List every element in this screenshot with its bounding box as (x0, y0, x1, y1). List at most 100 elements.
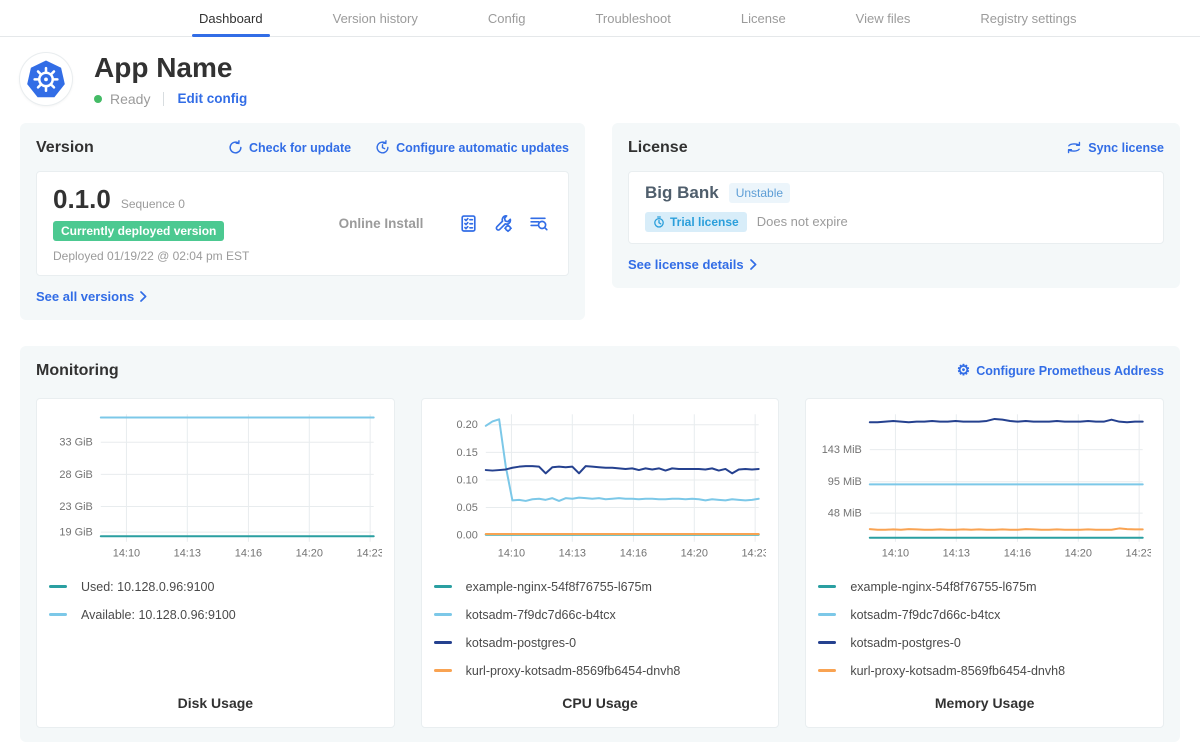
configure-prometheus-link[interactable]: ⚙ Configure Prometheus Address (957, 363, 1164, 378)
legend-dash-icon (49, 585, 67, 588)
configure-automatic-updates-link[interactable]: Configure automatic updates (375, 140, 569, 155)
sync-license-link[interactable]: Sync license (1066, 140, 1164, 155)
see-license-details-link[interactable]: See license details (628, 257, 757, 272)
legend-label: kotsadm-7f9dc7d66c-b4tcx (466, 608, 616, 622)
legend-item: kurl-proxy-kotsadm-8569fb6454-dnvh8 (434, 657, 767, 685)
svg-text:143 MiB: 143 MiB (822, 444, 862, 456)
svg-text:14:13: 14:13 (943, 548, 970, 560)
see-all-versions-link[interactable]: See all versions (36, 289, 147, 304)
current-version-box: 0.1.0 Sequence 0 Currently deployed vers… (36, 171, 569, 276)
legend-item: Used: 10.128.0.96:9100 (49, 573, 382, 601)
svg-text:14:13: 14:13 (174, 548, 201, 560)
line-chart: 0.000.050.100.150.2014:1014:1314:1614:20… (434, 409, 767, 561)
deployed-timestamp: Deployed 01/19/22 @ 02:04 pm EST (53, 249, 303, 263)
legend-dash-icon (434, 613, 452, 616)
wrench-gear-icon (494, 214, 513, 233)
edit-config-version-button[interactable] (494, 214, 513, 233)
svg-text:14:23: 14:23 (741, 548, 766, 560)
trial-license-label: Trial license (670, 215, 739, 229)
legend-dash-icon (818, 613, 836, 616)
svg-text:14:20: 14:20 (680, 548, 707, 560)
tab-config[interactable]: Config (481, 0, 533, 36)
svg-text:14:10: 14:10 (882, 548, 909, 560)
legend-dash-icon (818, 669, 836, 672)
license-summary-box: Big Bank Unstable Trial license Does not… (628, 171, 1164, 244)
legend-item: example-nginx-54f8f76755-l675m (434, 573, 767, 601)
legend-item: kurl-proxy-kotsadm-8569fb6454-dnvh8 (818, 657, 1151, 685)
svg-text:23 GiB: 23 GiB (59, 501, 92, 513)
sync-arrows-icon (1066, 140, 1082, 155)
chart-legend: example-nginx-54f8f76755-l675m kotsadm-7f… (818, 573, 1151, 685)
sequence-label: Sequence 0 (121, 197, 185, 211)
logs-search-icon (529, 214, 548, 233)
license-card: License Sync license Big Bank Unstable (612, 123, 1180, 288)
svg-text:48 MiB: 48 MiB (828, 507, 862, 519)
ready-status-dot (94, 95, 102, 103)
svg-text:14:16: 14:16 (619, 548, 646, 560)
chart-card-disk-usage: 19 GiB23 GiB28 GiB33 GiB14:1014:1314:161… (36, 398, 395, 728)
chart-card-memory-usage: 48 MiB95 MiB143 MiB14:1014:1314:1614:201… (805, 398, 1164, 728)
check-for-update-link[interactable]: Check for update (228, 140, 351, 155)
tab-dashboard[interactable]: Dashboard (192, 0, 270, 36)
kubernetes-icon (25, 58, 67, 100)
svg-text:19 GiB: 19 GiB (59, 526, 92, 538)
divider (163, 92, 164, 106)
legend-label: kotsadm-7f9dc7d66c-b4tcx (850, 608, 1000, 622)
check-for-update-label: Check for update (249, 141, 351, 155)
sync-license-label: Sync license (1088, 141, 1164, 155)
schedule-icon (375, 140, 390, 155)
svg-text:0.15: 0.15 (456, 447, 477, 459)
legend-label: kurl-proxy-kotsadm-8569fb6454-dnvh8 (466, 664, 681, 678)
legend-label: Available: 10.128.0.96:9100 (81, 608, 236, 622)
tab-version-history[interactable]: Version history (326, 0, 425, 36)
preflight-checks-button[interactable] (459, 214, 478, 233)
legend-label: example-nginx-54f8f76755-l675m (466, 580, 652, 594)
tab-registry-settings[interactable]: Registry settings (973, 0, 1083, 36)
see-license-details-label: See license details (628, 257, 744, 272)
legend-item: example-nginx-54f8f76755-l675m (818, 573, 1151, 601)
configure-automatic-updates-label: Configure automatic updates (396, 141, 569, 155)
svg-text:14:10: 14:10 (113, 548, 140, 560)
line-chart: 19 GiB23 GiB28 GiB33 GiB14:1014:1314:161… (49, 409, 382, 561)
svg-text:14:13: 14:13 (558, 548, 585, 560)
deploy-logs-button[interactable] (529, 214, 548, 233)
legend-dash-icon (818, 641, 836, 644)
legend-item: kotsadm-postgres-0 (818, 629, 1151, 657)
license-card-title: License (628, 139, 688, 157)
line-chart: 48 MiB95 MiB143 MiB14:1014:1314:1614:201… (818, 409, 1151, 561)
version-number: 0.1.0 (53, 184, 111, 215)
chart-title: CPU Usage (434, 695, 767, 711)
svg-text:0.20: 0.20 (456, 419, 477, 431)
chart-legend: example-nginx-54f8f76755-l675m kotsadm-7f… (434, 573, 767, 685)
chevron-right-icon (140, 291, 147, 302)
edit-config-link[interactable]: Edit config (177, 91, 247, 106)
svg-text:14:16: 14:16 (235, 548, 262, 560)
configure-prometheus-label: Configure Prometheus Address (976, 364, 1164, 378)
deployed-status-badge: Currently deployed version (53, 221, 224, 241)
license-expiry: Does not expire (757, 214, 848, 229)
refresh-icon (228, 140, 243, 155)
legend-dash-icon (434, 641, 452, 644)
chevron-right-icon (750, 259, 757, 270)
chart-legend: Used: 10.128.0.96:9100 Available: 10.128.… (49, 573, 382, 629)
app-status: Ready (110, 91, 150, 107)
nav-tabs: Dashboard Version history Config Troublesho… (0, 0, 1200, 36)
legend-dash-icon (49, 613, 67, 616)
monitoring-card: Monitoring ⚙ Configure Prometheus Addres… (20, 346, 1180, 742)
stopwatch-icon (653, 216, 665, 228)
version-card: Version Check for update (20, 123, 585, 320)
tab-troubleshoot[interactable]: Troubleshoot (588, 0, 677, 36)
charts-row: 19 GiB23 GiB28 GiB33 GiB14:1014:1314:161… (36, 398, 1164, 728)
legend-label: kurl-proxy-kotsadm-8569fb6454-dnvh8 (850, 664, 1065, 678)
svg-text:14:20: 14:20 (1065, 548, 1092, 560)
tab-view-files[interactable]: View files (849, 0, 918, 36)
customer-name: Big Bank (645, 183, 719, 203)
chart-card-cpu-usage: 0.000.050.100.150.2014:1014:1314:1614:20… (421, 398, 780, 728)
tab-license[interactable]: License (734, 0, 793, 36)
legend-label: kotsadm-postgres-0 (850, 636, 960, 650)
main-content: Version Check for update (0, 123, 1200, 742)
legend-label: kotsadm-postgres-0 (466, 636, 576, 650)
monitoring-title: Monitoring (36, 362, 119, 380)
svg-text:0.10: 0.10 (456, 474, 477, 486)
legend-dash-icon (434, 669, 452, 672)
